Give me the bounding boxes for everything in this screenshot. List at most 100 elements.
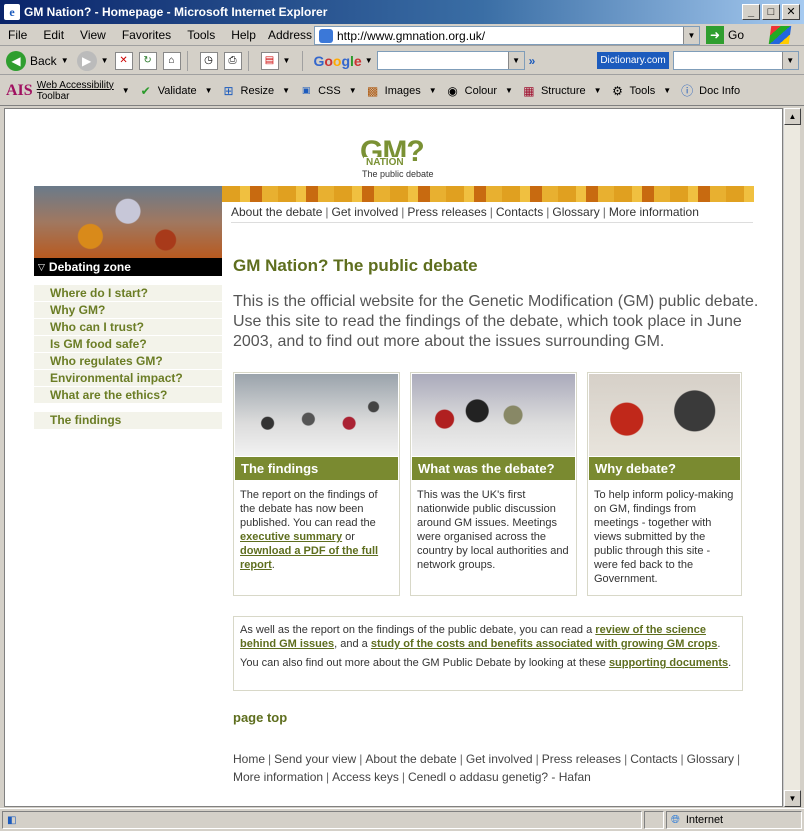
footer-contacts[interactable]: Contacts [630, 752, 677, 766]
zone-label: Internet [685, 814, 724, 826]
footer-more-information[interactable]: More information [233, 770, 323, 784]
info-text-b: , and a [334, 638, 371, 650]
tools-menu[interactable]: ⚙ Tools ▼ [610, 83, 672, 99]
images-menu[interactable]: ▩ Images ▼ [365, 83, 437, 99]
history-icon[interactable]: ◷ [199, 51, 218, 70]
footer-get-involved[interactable]: Get involved [466, 752, 533, 766]
menu-tools[interactable]: Tools [179, 28, 223, 42]
further-reading-box: As well as the report on the findings of… [233, 616, 743, 691]
go-button[interactable]: ➜ Go [706, 26, 744, 44]
tools-label: Tools [629, 84, 656, 97]
findings-text-b: or [342, 531, 355, 543]
topnav-contacts[interactable]: Contacts [496, 205, 543, 219]
findings-card: The findings The report on the findings … [233, 372, 400, 596]
google-dropdown-icon[interactable]: ▼ [365, 56, 373, 65]
zone-link-where-start[interactable]: Where do I start? [34, 285, 222, 302]
footer-access-keys[interactable]: Access keys [332, 770, 399, 784]
forward-arrow-icon[interactable]: ▶ [76, 50, 97, 71]
refresh-icon[interactable]: ↻ [138, 51, 157, 70]
zone-link-why-gm[interactable]: Why GM? [34, 302, 222, 319]
address-bar[interactable]: http://www.gmnation.org.uk/ ▼ [314, 26, 700, 45]
pdf-icon[interactable]: ▤ [260, 51, 279, 70]
address-dropdown-icon[interactable]: ▼ [683, 27, 699, 44]
maximize-button[interactable]: □ [762, 4, 780, 20]
footer-press-releases[interactable]: Press releases [542, 752, 621, 766]
checkmark-icon: ✔ [140, 83, 151, 98]
intro-text: This is the official website for the Gen… [233, 293, 759, 350]
colour-menu[interactable]: ◉ Colour ▼ [445, 83, 513, 99]
dictionary-button[interactable]: Dictionary.com [597, 52, 669, 69]
why-debate-card-body: To help inform policy-making on GM, find… [594, 489, 734, 585]
debate-card-title[interactable]: What was the debate? [412, 457, 575, 480]
executive-summary-link[interactable]: executive summary [240, 531, 342, 543]
back-dropdown-icon[interactable]: ▼ [61, 56, 69, 65]
pdf-dropdown-icon[interactable]: ▼ [283, 56, 291, 65]
css-menu[interactable]: ▣ CSS ▼ [298, 83, 357, 99]
scroll-down-icon[interactable]: ▼ [784, 790, 801, 807]
resize-icon: ⊞ [223, 83, 234, 98]
site-logo[interactable]: GM? NATION The public debate [360, 137, 450, 181]
footer-about[interactable]: About the debate [365, 752, 456, 766]
zone-link-food-safe[interactable]: Is GM food safe? [34, 336, 222, 353]
why-debate-card-title[interactable]: Why debate? [589, 457, 740, 480]
close-button[interactable]: ✕ [782, 4, 800, 20]
zone-link-environment[interactable]: Environmental impact? [34, 370, 222, 387]
costs-benefits-study-link[interactable]: study of the costs and benefits associat… [371, 638, 718, 650]
accessibility-toolbar: AIS Web Accessibility Toolbar ▼ ✔ Validat… [0, 76, 804, 106]
fruit-banner-strip [222, 186, 754, 202]
toolbar-separator [186, 50, 188, 71]
topnav-get-involved[interactable]: Get involved [332, 205, 399, 219]
info-text-a: As well as the report on the findings of… [240, 624, 596, 636]
window-titlebar: e GM Nation? - Homepage - Microsoft Inte… [0, 0, 804, 24]
scroll-up-icon[interactable]: ▲ [784, 108, 801, 125]
info-text-c: . [717, 638, 721, 650]
dictionary-dropdown-icon[interactable]: ▼ [781, 52, 798, 69]
more-chevron-icon[interactable]: » [529, 54, 536, 68]
doc-info-menu[interactable]: ⓘ Doc Info [679, 83, 740, 99]
zone-link-regulates[interactable]: Who regulates GM? [34, 353, 222, 370]
dictionary-search-input[interactable]: ▼ [672, 51, 799, 70]
footer-glossary[interactable]: Glossary [687, 752, 734, 766]
topnav-more-information[interactable]: More information [609, 205, 699, 219]
validate-dropdown-icon: ▼ [204, 86, 213, 95]
menu-edit[interactable]: Edit [35, 28, 72, 42]
footer-send-view[interactable]: Send your view [274, 752, 356, 766]
print-icon[interactable]: ⎙ [223, 51, 242, 70]
stop-icon[interactable]: ✕ [114, 51, 133, 70]
footer-welsh-home[interactable]: Cenedl o addasu genetig? - Hafan [408, 770, 591, 784]
google-search-dropdown-icon[interactable]: ▼ [507, 52, 524, 69]
footer-home[interactable]: Home [233, 752, 265, 766]
menu-favorites[interactable]: Favorites [114, 28, 179, 42]
menu-file[interactable]: File [0, 28, 35, 42]
sidebar-findings-link[interactable]: The findings [34, 412, 222, 429]
validate-menu[interactable]: ✔ Validate ▼ [138, 83, 213, 99]
vertical-scrollbar[interactable]: ▲ ▼ [783, 108, 801, 807]
page-top-link[interactable]: page top [233, 710, 287, 725]
findings-card-title[interactable]: The findings [235, 457, 398, 480]
go-label: Go [728, 28, 745, 42]
tools-dropdown-icon: ▼ [663, 86, 672, 95]
topnav-about[interactable]: About the debate [231, 205, 322, 219]
back-label[interactable]: Back [30, 54, 57, 68]
menu-view[interactable]: View [72, 28, 114, 42]
ais-dropdown-icon[interactable]: ▼ [122, 86, 130, 95]
google-logo[interactable]: Google [313, 53, 361, 69]
zone-link-who-trust[interactable]: Who can I trust? [34, 319, 222, 336]
topnav-glossary[interactable]: Glossary [552, 205, 599, 219]
forward-dropdown-icon[interactable]: ▼ [101, 56, 109, 65]
go-arrow-icon: ➜ [706, 26, 724, 44]
ais-title-line1: Web Accessibility [36, 79, 114, 91]
download-pdf-link[interactable]: download a PDF of the full report [240, 545, 378, 571]
menu-help[interactable]: Help [223, 28, 264, 42]
back-arrow-icon[interactable]: ◀ [6, 50, 26, 71]
google-search-input[interactable]: ▼ [376, 51, 525, 70]
structure-menu[interactable]: ▦ Structure ▼ [521, 83, 601, 99]
supporting-documents-link[interactable]: supporting documents [609, 657, 728, 669]
minimize-button[interactable]: _ [742, 4, 760, 20]
images-dropdown-icon: ▼ [428, 86, 437, 95]
zone-link-ethics[interactable]: What are the ethics? [34, 387, 222, 404]
topnav-press-releases[interactable]: Press releases [407, 205, 486, 219]
resize-menu[interactable]: ⊞ Resize ▼ [221, 83, 291, 99]
home-icon[interactable]: ⌂ [162, 51, 181, 70]
address-url[interactable]: http://www.gmnation.org.uk/ [337, 29, 485, 43]
